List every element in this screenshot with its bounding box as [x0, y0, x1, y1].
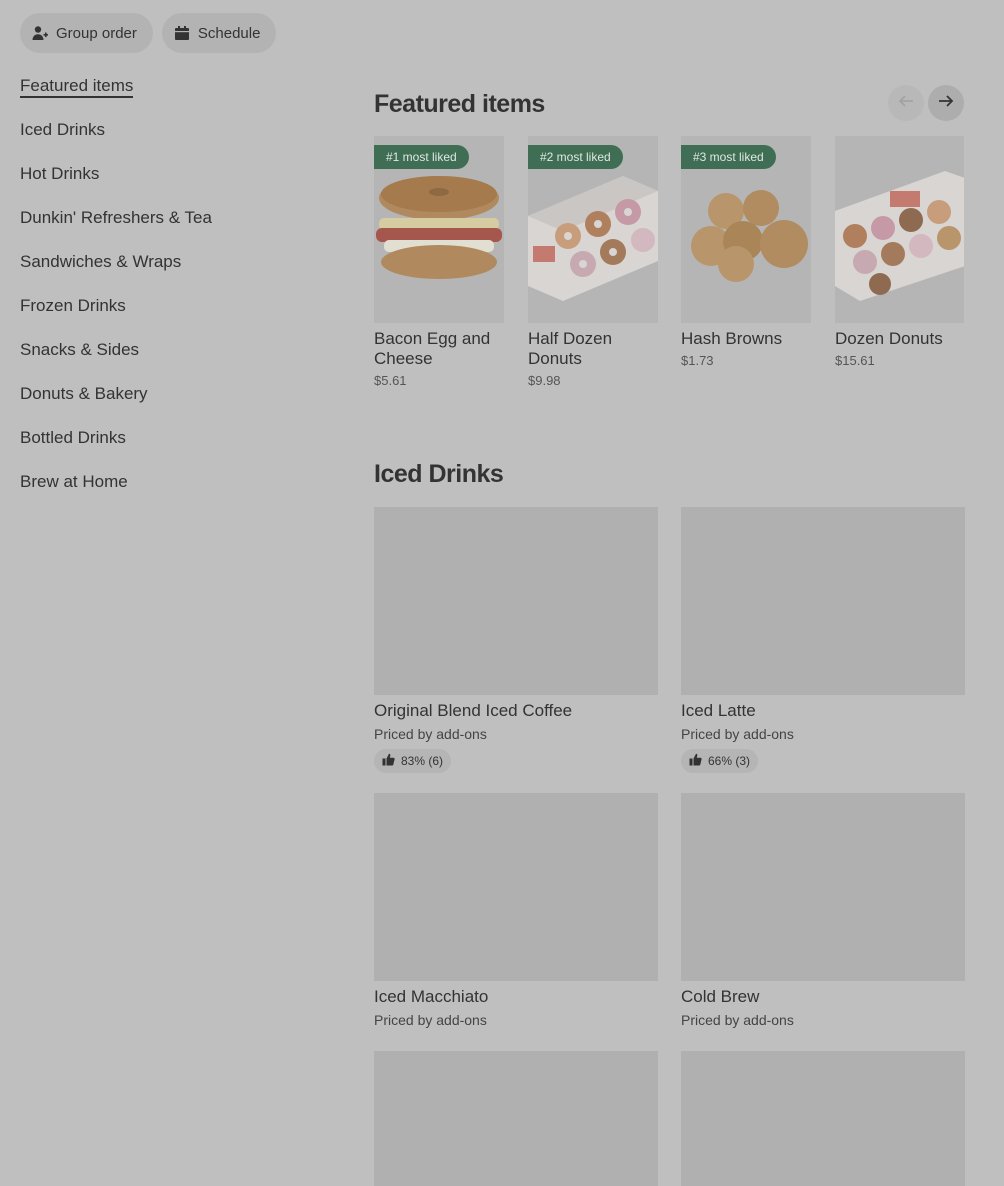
menu-item-price-note: Priced by add-ons [374, 1012, 487, 1028]
schedule-label: Schedule [197, 24, 261, 42]
featured-item-name: Dozen Donuts [835, 329, 943, 348]
carousel-prev-button[interactable] [888, 85, 924, 121]
donut-box-image [835, 136, 964, 323]
menu-item-name: Iced Latte [681, 701, 756, 720]
menu-item-price-note: Priced by add-ons [681, 726, 794, 742]
group-order-label: Group order [56, 24, 137, 42]
top-actions: Group order Schedule [20, 13, 277, 53]
sidebar-item-label: Brew at Home [20, 472, 128, 491]
featured-section-title: Featured items [374, 90, 545, 118]
featured-item-card[interactable]: Dozen Donuts $15.61 [835, 136, 964, 368]
rating-badge: 66% (3) [681, 749, 759, 773]
hash-browns-image: #3 most liked [681, 136, 811, 323]
thumbs-up-icon [689, 753, 702, 769]
menu-item-price-note: Priced by add-ons [681, 1012, 794, 1028]
menu-item-price-note: Priced by add-ons [374, 726, 487, 742]
thumbs-up-icon [382, 753, 395, 769]
most-liked-badge: #2 most liked [528, 145, 623, 169]
sidebar-item-label: Iced Drinks [20, 120, 106, 139]
featured-item-card[interactable]: #2 most liked Half Dozen Donuts $9.98 [528, 136, 658, 388]
sidebar-item-iced-drinks[interactable]: Iced Drinks [20, 118, 340, 162]
donut-box-image: #2 most liked [528, 136, 658, 323]
sidebar-item-hot-drinks[interactable]: Hot Drinks [20, 162, 340, 206]
sidebar-item-bottled-drinks[interactable]: Bottled Drinks [20, 426, 340, 470]
menu-item-image [681, 793, 965, 981]
menu-item-name: Iced Macchiato [374, 987, 489, 1006]
featured-carousel: #1 most liked Bacon Egg and Cheese $5.61… [374, 136, 964, 396]
sidebar-item-label: Hot Drinks [20, 164, 100, 183]
carousel-next-button[interactable] [928, 85, 964, 121]
featured-item-card[interactable]: #3 most liked Hash Browns $1.73 [681, 136, 811, 368]
sidebar-item-snacks-sides[interactable]: Snacks & Sides [20, 338, 340, 382]
most-liked-badge: #3 most liked [681, 145, 776, 169]
featured-item-name: Bacon Egg and Cheese [374, 329, 491, 368]
menu-item-card[interactable] [681, 1051, 965, 1186]
calendar-icon [174, 25, 190, 41]
menu-item-card[interactable]: Iced Macchiato Priced by add-ons [374, 793, 658, 1030]
featured-item-name: Half Dozen Donuts [528, 329, 613, 368]
menu-item-name: Original Blend Iced Coffee [374, 701, 573, 720]
sidebar-item-label: Featured items [20, 76, 134, 98]
sidebar-item-label: Dunkin' Refreshers & Tea [20, 208, 212, 227]
sidebar-item-brew-at-home[interactable]: Brew at Home [20, 470, 340, 514]
category-sidebar: Featured items Iced Drinks Hot Drinks Du… [20, 74, 340, 514]
sidebar-item-label: Bottled Drinks [20, 428, 126, 447]
featured-item-name: Hash Browns [681, 329, 783, 348]
sidebar-item-label: Sandwiches & Wraps [20, 252, 182, 271]
sidebar-item-refreshers-tea[interactable]: Dunkin' Refreshers & Tea [20, 206, 340, 250]
rating-value: 83% (6) [401, 754, 444, 768]
sidebar-item-label: Snacks & Sides [20, 340, 140, 359]
most-liked-badge: #1 most liked [374, 145, 469, 169]
menu-item-image [374, 1051, 658, 1186]
arrow-right-icon [938, 93, 954, 114]
featured-item-price: $9.98 [528, 373, 561, 388]
arrow-left-icon [898, 93, 914, 114]
rating-badge: 83% (6) [374, 749, 452, 773]
iced-drinks-section-title: Iced Drinks [374, 460, 504, 488]
sidebar-item-label: Donuts & Bakery [20, 384, 148, 403]
featured-item-card[interactable]: #1 most liked Bacon Egg and Cheese $5.61 [374, 136, 504, 388]
group-order-button[interactable]: Group order [20, 13, 153, 53]
featured-item-price: $1.73 [681, 353, 714, 368]
group-person-add-icon [32, 25, 48, 41]
sidebar-item-sandwiches-wraps[interactable]: Sandwiches & Wraps [20, 250, 340, 294]
sidebar-item-label: Frozen Drinks [20, 296, 126, 315]
menu-item-image [374, 793, 658, 981]
sandwich-image: #1 most liked [374, 136, 504, 323]
menu-item-card[interactable]: Cold Brew Priced by add-ons [681, 793, 965, 1030]
sidebar-item-frozen-drinks[interactable]: Frozen Drinks [20, 294, 340, 338]
menu-item-card[interactable] [374, 1051, 658, 1186]
schedule-button[interactable]: Schedule [161, 13, 277, 53]
menu-item-name: Cold Brew [681, 987, 760, 1006]
sidebar-item-featured-items[interactable]: Featured items [20, 74, 340, 118]
featured-item-price: $5.61 [374, 373, 407, 388]
featured-item-price: $15.61 [835, 353, 875, 368]
menu-item-card[interactable]: Iced Latte Priced by add-ons 66% (3) [681, 507, 965, 773]
menu-item-image [681, 1051, 965, 1186]
menu-item-image [374, 507, 658, 695]
menu-item-image [681, 507, 965, 695]
rating-value: 66% (3) [708, 754, 751, 768]
menu-item-card[interactable]: Original Blend Iced Coffee Priced by add… [374, 507, 658, 773]
sidebar-item-donuts-bakery[interactable]: Donuts & Bakery [20, 382, 340, 426]
